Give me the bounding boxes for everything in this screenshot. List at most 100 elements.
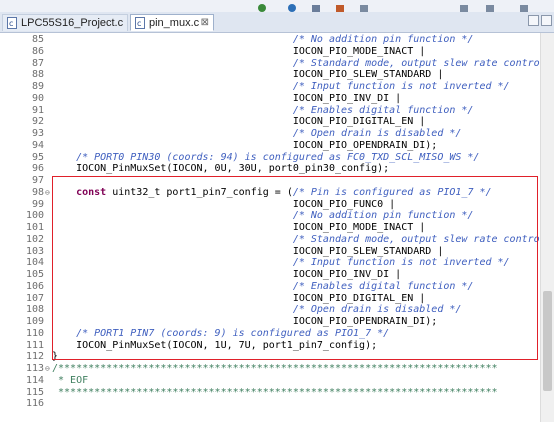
code-line[interactable]: /* Standard mode, output slew rate contr… [52,234,540,246]
line-number: 111 [25,339,44,351]
code-line[interactable]: IOCON_PIO_MODE_INACT | [52,222,425,234]
line-number-gutter: 85 86 87 88 89 90 91 92 93 94 95 96 97 98 ⊖ 99 100 101 102… [0,33,52,422]
tool-icon[interactable] [336,5,344,12]
code-token: /* PORT0 PIN30 (coords: 94) is configure… [52,151,480,163]
line-number: 113 [25,363,44,374]
line-number: 104 [25,257,44,269]
code-line[interactable]: /* Open drain is disabled */ [52,128,462,140]
code-line[interactable]: IOCON_PIO_MODE_INACT | [52,46,425,58]
close-tab-icon[interactable]: ⊠ [201,17,209,28]
line-number: 116 [25,398,44,410]
code-line[interactable]: const uint32_t port1_pin7_config = (/* P… [52,187,491,199]
debug-icon[interactable] [288,4,296,12]
code-line[interactable]: IOCON_PIO_SLEW_STANDARD | [52,245,444,258]
code-line[interactable]: /* No addition pin function */ [52,34,474,46]
code-line[interactable]: IOCON_PIO_DIGITAL_EN | [52,116,425,128]
code-line[interactable]: /* No addition pin function */ [52,210,474,222]
nav-back-icon[interactable] [460,5,468,12]
editor-tabs: c LPC55S16_Project.c c pin_mux.c ⊠ [0,12,554,33]
code-line[interactable]: IOCON_PIO_INV_DI | [52,269,401,281]
build-icon[interactable] [312,5,320,12]
line-number: 112 [25,351,44,363]
run-icon[interactable] [258,4,266,12]
maximize-icon[interactable] [541,15,552,26]
code-token: IOCON_PIO_INV_DI | [52,269,402,280]
c-file-icon: c [135,16,145,29]
scroll-thumb[interactable] [543,291,552,391]
line-number: 86 [31,45,44,57]
code-line[interactable]: /* Open drain is disabled */ [52,304,462,316]
code-token: /* Input function is not inverted */ [52,81,510,92]
code-token: /***************************************… [52,363,498,374]
code-line[interactable]: IOCON_PinMuxSet(IOCON, 1U, 7U, port1_pin… [52,340,377,352]
fold-icon[interactable]: ⊖ [45,188,52,196]
code-token: IOCON_PIO_SLEW_STANDARD | [52,69,444,81]
line-number: 100 [25,210,44,222]
code-line[interactable]: IOCON_PIO_OPENDRAIN_DI); [52,316,438,328]
minimize-icon[interactable] [528,15,539,26]
code-line[interactable]: /* PORT0 PIN30 (coords: 94) is configure… [52,152,479,164]
code-line[interactable]: /* Standard mode, output slew rate contr… [52,58,540,70]
line-number: 110 [25,327,44,339]
code-line[interactable]: * EOF [52,375,88,387]
svg-text:c: c [9,19,13,28]
code-token: IOCON_PIO_FUNC0 | [52,198,396,210]
code-token: /* Standard mode, output slew rate contr… [292,57,540,69]
tab-lpc55s16-project[interactable]: c LPC55S16_Project.c [2,14,128,31]
code-line[interactable]: IOCON_PIO_INV_DI | [52,93,401,105]
code-line[interactable]: /* Input function is not inverted */ [52,257,510,269]
menu-icon[interactable] [520,5,528,12]
fold-icon[interactable]: ⊖ [45,365,52,373]
code-line[interactable]: IOCON_PinMuxSet(IOCON, 0U, 30U, port0_pi… [52,163,389,175]
code-line[interactable]: /***************************************… [52,363,498,375]
code-line[interactable]: IOCON_PIO_OPENDRAIN_DI); [52,139,438,152]
code-token: IOCON_PIO_MODE_INACT | [52,45,426,57]
code-line[interactable]: /* Input function is not inverted */ [52,81,510,93]
line-number: 95 [31,151,44,163]
code-token: IOCON_PIO_MODE_INACT | [52,222,426,233]
nav-icon[interactable] [360,5,368,12]
code-line[interactable]: /* Enables digital function */ [52,104,474,117]
code-line[interactable]: IOCON_PIO_DIGITAL_EN | [52,293,425,305]
line-number: 94 [31,139,44,151]
line-number: 97 [31,175,44,186]
c-file-icon: c [7,17,17,29]
code-token: /* Input function is not inverted */ [52,257,510,269]
code-token: /* Enables digital function */ [52,104,474,116]
code-line[interactable]: IOCON_PIO_SLEW_STANDARD | [52,69,444,81]
code-token: IOCON_PIO_OPENDRAIN_DI); [52,139,438,151]
line-number: 89 [31,81,44,92]
line-number: 93 [31,128,44,139]
code-editor[interactable]: /* No addition pin function */ IOCON_PIO… [52,33,540,422]
line-number: 115 [25,386,44,398]
code-token: /* Standard mode, output slew rate contr… [52,233,540,245]
tab-pin-mux[interactable]: c pin_mux.c ⊠ [130,14,214,31]
line-number: 102 [25,233,44,245]
code-token: IOCON_PIO_SLEW_STANDARD | [52,245,444,257]
code-token: ****************************************… [52,386,498,398]
toolbar-icons[interactable] [0,3,554,12]
code-line[interactable]: } [52,351,58,363]
line-number: 96 [31,163,44,175]
code-token: /* No addition pin function */ [52,210,474,222]
line-number: 106 [25,280,44,292]
code-token: /* No addition pin function */ [52,34,474,45]
nav-forward-icon[interactable] [486,5,494,12]
line-number: 92 [31,116,44,128]
line-number: 90 [31,92,44,104]
line-number: 108 [25,304,44,316]
tab-label: LPC55S16_Project.c [21,17,124,29]
code-line[interactable]: /* PORT1 PIN7 (coords: 9) is configured … [52,328,389,340]
svg-text:c: c [137,19,141,28]
line-number: 107 [25,292,44,304]
code-line[interactable]: ****************************************… [52,387,498,399]
code-token: IOCON_PinMuxSet(IOCON, 1U, 7U, port1_pin… [52,339,378,351]
line-number: 88 [31,69,44,81]
toolbar [0,0,554,12]
code-token: IOCON_PIO_DIGITAL_EN | [52,116,426,128]
code-line[interactable]: /* Enables digital function */ [52,281,474,293]
vertical-scrollbar[interactable] [540,33,554,422]
code-line[interactable]: IOCON_PIO_FUNC0 | [52,199,395,211]
line-number: 91 [31,104,44,116]
